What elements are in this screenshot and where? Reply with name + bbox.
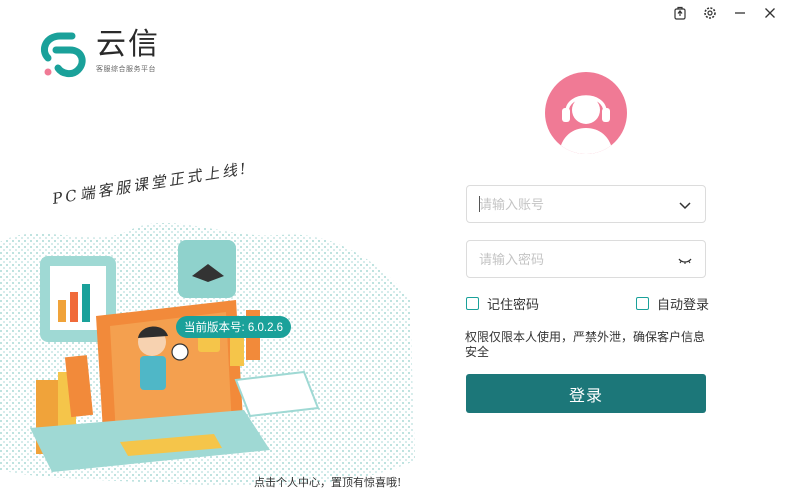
account-field[interactable]	[466, 185, 706, 223]
auto-login-toggle[interactable]: 自动登录	[636, 294, 709, 313]
promo-note: 点击个人中心，置顶有惊喜哦!	[254, 476, 402, 489]
window-controls	[669, 4, 781, 22]
text-cursor	[479, 196, 480, 212]
close-icon[interactable]	[759, 4, 781, 22]
login-button[interactable]: 登录	[466, 374, 706, 413]
auto-login-label: 自动登录	[657, 297, 710, 312]
remember-password-label: 记住密码	[487, 297, 540, 312]
gear-icon[interactable]	[699, 4, 721, 22]
logo-mark-icon	[41, 32, 86, 78]
security-notice: 权限仅限本人使用，严禁外泄，确保客户信息安全	[465, 330, 706, 359]
avatar	[545, 72, 627, 154]
version-badge: 当前版本号: 6.0.2.6	[176, 316, 292, 338]
chevron-down-icon[interactable]	[677, 197, 693, 213]
remember-password-toggle[interactable]: 记住密码	[466, 294, 539, 313]
pin-icon[interactable]	[669, 4, 691, 22]
minimize-icon[interactable]	[729, 4, 751, 22]
support-agent-icon	[559, 95, 613, 154]
app-subtitle: 客服综合服务平台	[96, 66, 156, 73]
app-logo: 云信 客服综合服务平台	[36, 28, 160, 80]
auto-login-checkbox[interactable]	[636, 297, 649, 310]
password-input[interactable]	[479, 241, 659, 277]
eye-closed-icon[interactable]	[677, 252, 693, 268]
password-field[interactable]	[466, 240, 706, 278]
remember-password-checkbox[interactable]	[466, 297, 479, 310]
account-input[interactable]	[479, 186, 659, 222]
app-name: 云信	[96, 27, 160, 62]
